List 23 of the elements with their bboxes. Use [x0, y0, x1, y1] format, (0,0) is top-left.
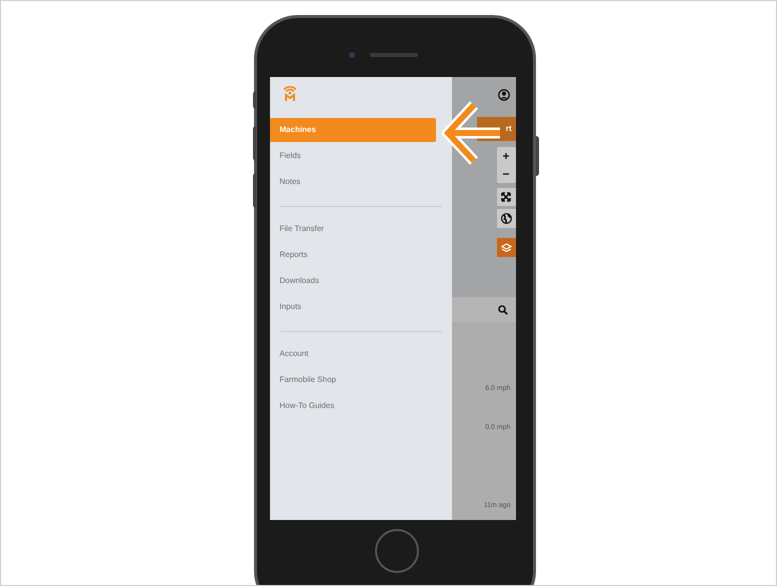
front-camera-icon: [348, 52, 354, 58]
search-icon: [498, 304, 508, 314]
menu-item[interactable]: Notes: [270, 170, 436, 194]
zoom-out-button[interactable]: −: [496, 165, 516, 183]
zoom-in-button[interactable]: +: [496, 147, 516, 165]
menu-item[interactable]: Inputs: [270, 295, 436, 319]
menu-item[interactable]: Farmobile Shop: [270, 368, 436, 392]
globe-icon: [500, 213, 512, 224]
layers-button[interactable]: [496, 238, 516, 257]
menu-item[interactable]: Fields: [270, 144, 436, 168]
expand-icon: [501, 192, 511, 202]
globe-button[interactable]: [496, 209, 516, 228]
menu-item[interactable]: Machines: [270, 118, 436, 142]
search-bar[interactable]: [452, 297, 516, 322]
menu-item[interactable]: File Transfer: [270, 217, 436, 241]
fullscreen-button[interactable]: [496, 188, 516, 206]
menu-item[interactable]: Account: [270, 342, 436, 366]
menu-item[interactable]: How-To Guides: [270, 394, 436, 418]
wifi-logo-icon: [282, 83, 296, 102]
profile-icon[interactable]: [498, 89, 510, 101]
menu-item[interactable]: Downloads: [270, 269, 436, 293]
menu-item[interactable]: Reports: [270, 243, 436, 267]
layers-icon: [500, 242, 512, 252]
